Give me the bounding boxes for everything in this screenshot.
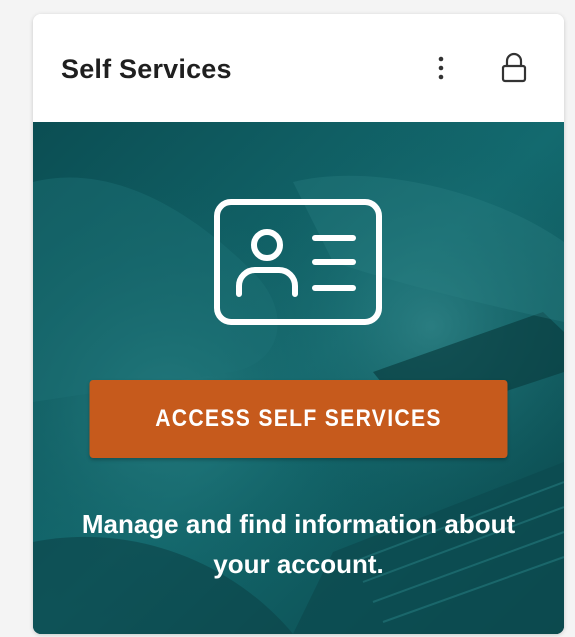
hero-description: Manage and find information about your a… <box>81 509 516 579</box>
card-header: Self Services <box>33 14 564 122</box>
self-services-card: Self Services ACCESS SELF SERVICES Manag… <box>33 14 564 634</box>
card-title: Self Services <box>61 54 232 84</box>
lock-icon[interactable] <box>499 52 529 84</box>
hero-panel: ACCESS SELF SERVICES Manage and find inf… <box>33 122 564 634</box>
id-card-icon <box>214 199 382 325</box>
access-self-services-button[interactable]: ACCESS SELF SERVICES <box>89 380 508 458</box>
kebab-menu-icon[interactable] <box>431 54 451 82</box>
